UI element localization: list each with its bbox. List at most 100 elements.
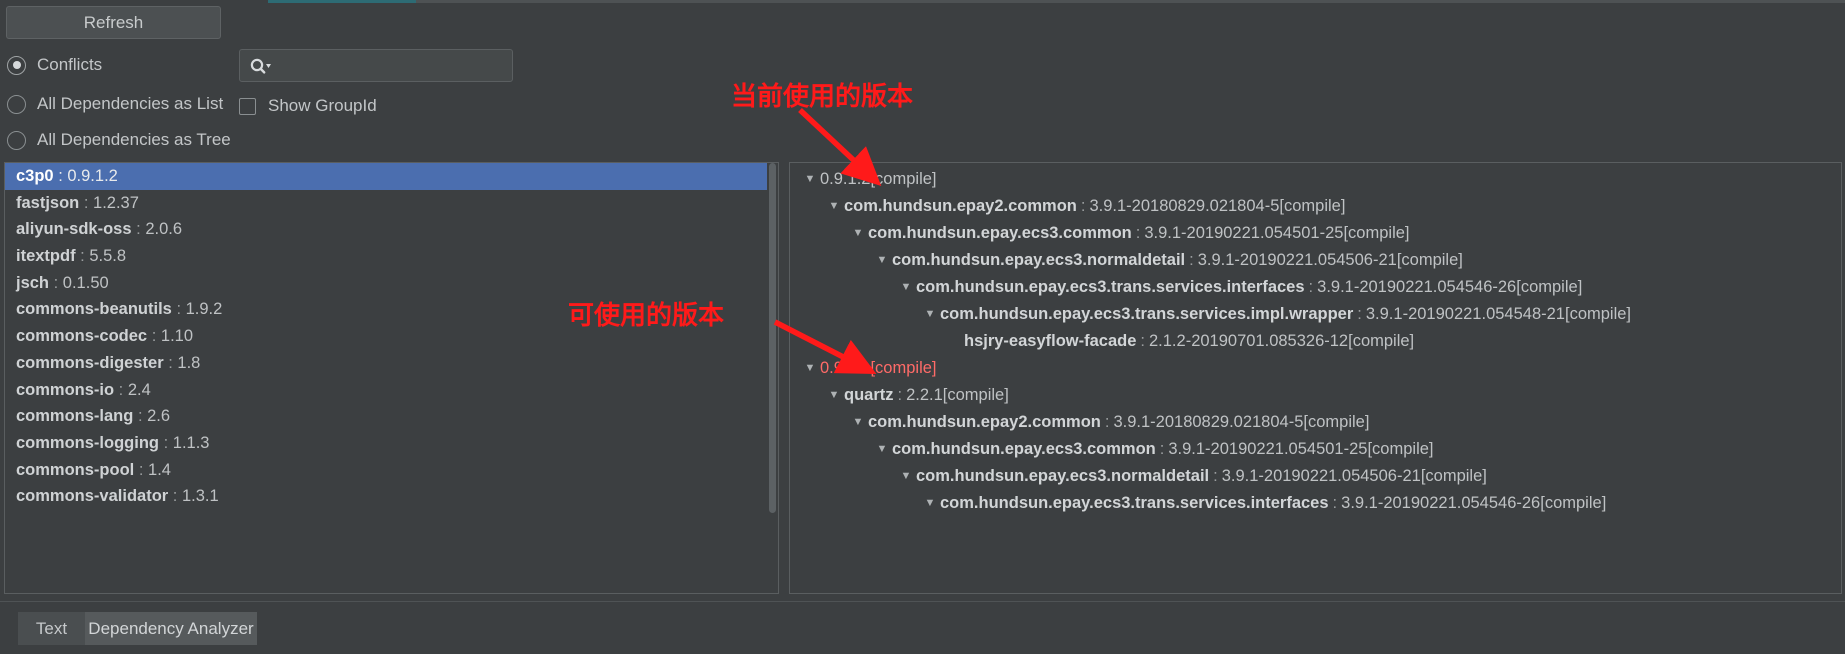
search-icon[interactable]: [249, 57, 271, 75]
tree-row-separator: :: [1104, 413, 1110, 431]
tree-row-version: 3.9.1-20180829.021804-5: [1113, 413, 1304, 431]
list-item[interactable]: commons-pool : 1.4: [5, 457, 778, 484]
list-item-version: 1.2.37: [93, 193, 139, 212]
dependency-list-scrollbar[interactable]: [767, 163, 778, 593]
scrollbar-thumb[interactable]: [769, 163, 776, 513]
tree-row[interactable]: ▼ com.hundsun.epay.ecs3.trans.services.in…: [790, 490, 1841, 517]
chevron-down-icon[interactable]: ▼: [920, 490, 940, 517]
tree-row-version: 0.9.1.1: [820, 359, 871, 377]
list-item[interactable]: jsch : 0.1.50: [5, 270, 778, 297]
list-item-version: 0.9.1.2: [67, 167, 118, 185]
tree-row-artifact: quartz: [844, 386, 894, 404]
dependency-list[interactable]: c3p0 : 0.9.1.2 fastjson : 1.2.37 aliyun-sd…: [5, 163, 778, 510]
tree-row-separator: :: [1308, 278, 1314, 296]
tree-row-scope: [compile]: [1564, 305, 1632, 323]
list-item-separator: :: [163, 353, 178, 372]
refresh-button-label: Refresh: [83, 12, 144, 32]
dependency-list-panel: c3p0 : 0.9.1.2 fastjson : 1.2.37 aliyun-sd…: [4, 162, 779, 594]
analyzer-panes: c3p0 : 0.9.1.2 fastjson : 1.2.37 aliyun-sd…: [0, 162, 1845, 598]
list-item-version: 1.10: [160, 327, 194, 346]
list-item[interactable]: commons-digester : 1.8: [5, 350, 778, 377]
chevron-down-icon[interactable]: ▼: [872, 247, 892, 274]
list-item[interactable]: commons-io : 2.4: [5, 377, 778, 404]
tree-row-separator: :: [1332, 494, 1338, 512]
tree-row-scope: [compile]: [870, 170, 937, 188]
tree-row-scope: [compile]: [1516, 278, 1583, 296]
tree-row-separator: :: [1189, 251, 1194, 269]
list-item-separator: :: [133, 407, 148, 426]
radio-all-dependencies-as-tree[interactable]: All Dependencies as Tree: [7, 130, 231, 150]
tree-row-separator: :: [1140, 332, 1145, 350]
list-item[interactable]: fastjson : 1.2.37: [5, 190, 778, 217]
editor-tab-strip: [416, 0, 1845, 3]
list-item[interactable]: commons-lang : 2.6: [5, 403, 778, 430]
tree-row-separator: :: [1135, 224, 1141, 242]
tree-row-version: 3.9.1-20190221.054501-25: [1168, 440, 1368, 458]
dependency-tree[interactable]: ▼ 0.9.1.2 [compile] ▼ com.hundsun.epay2.com…: [790, 166, 1841, 517]
chevron-down-icon[interactable]: ▼: [800, 355, 820, 382]
tree-row[interactable]: ▼hsjry-easyflow-facade:2.1.2-20190701.08…: [790, 328, 1841, 355]
chevron-down-icon[interactable]: ▼: [920, 301, 940, 328]
tree-row[interactable]: ▼ 0.9.1.1 [compile]: [790, 355, 1841, 382]
list-item[interactable]: commons-logging : 1.1.3: [5, 430, 778, 457]
tree-row-artifact: com.hundsun.epay.ecs3.trans.services.imp…: [940, 305, 1354, 323]
tree-row[interactable]: ▼ com.hundsun.epay2.common:3.9.1-20180829…: [790, 193, 1841, 220]
list-item-artifact: fastjson: [16, 193, 80, 212]
dependency-tree-scrollbar[interactable]: [1837, 163, 1841, 593]
tree-row-scope: [compile]: [870, 359, 937, 377]
show-groupid-checkbox[interactable]: Show GroupId: [239, 96, 377, 116]
list-item[interactable]: aliyun-sdk-oss : 2.0.6: [5, 216, 778, 243]
list-item-version: 0.1.50: [62, 273, 109, 292]
chevron-down-icon[interactable]: ▼: [896, 274, 916, 301]
chevron-down-icon[interactable]: ▼: [848, 409, 868, 436]
list-item-version: 1.4: [148, 460, 171, 479]
list-item-version: 2.4: [127, 380, 151, 399]
list-item-version: 1.3.1: [181, 487, 219, 506]
tree-row[interactable]: ▼ quartz:2.2.1 [compile]: [790, 382, 1841, 409]
radio-all-list-indicator: [7, 94, 26, 114]
tree-row[interactable]: ▼ com.hundsun.epay2.common:3.9.1-20180829…: [790, 409, 1841, 436]
chevron-down-icon[interactable]: ▼: [800, 166, 820, 193]
radio-conflicts[interactable]: Conflicts: [7, 55, 102, 75]
refresh-button[interactable]: Refresh: [6, 6, 221, 39]
list-item-version: 1.8: [177, 353, 201, 372]
list-item[interactable]: c3p0 : 0.9.1.2: [5, 163, 778, 190]
tree-row-version: 3.9.1-20190221.054548-21: [1365, 305, 1565, 323]
search-input[interactable]: [271, 56, 512, 75]
chevron-down-icon[interactable]: ▼: [848, 220, 868, 247]
tree-row-scope: [compile]: [1367, 440, 1434, 458]
tree-row-scope: [compile]: [1540, 494, 1607, 512]
list-item-separator: :: [53, 167, 68, 185]
tree-row-scope: [compile]: [1420, 467, 1487, 485]
chevron-down-icon[interactable]: ▼: [872, 436, 892, 463]
list-item-artifact: commons-lang: [16, 407, 134, 426]
tree-row[interactable]: ▼ com.hundsun.epay.ecs3.normaldetail:3.9.…: [790, 247, 1841, 274]
tree-row[interactable]: ▼ 0.9.1.2 [compile]: [790, 166, 1841, 193]
tree-row-version: 3.9.1-20190221.054546-26: [1317, 278, 1517, 296]
analyzer-toolbar: Refresh Conflicts All Dependencies as Li…: [0, 4, 1845, 162]
tree-row[interactable]: ▼ com.hundsun.epay.ecs3.common:3.9.1-2019…: [790, 220, 1841, 247]
list-item-separator: :: [114, 380, 128, 399]
search-field[interactable]: [239, 49, 513, 82]
radio-all-dependencies-as-list[interactable]: All Dependencies as List: [7, 94, 223, 114]
tree-row-version: 3.9.1-20190221.054506-21: [1197, 251, 1397, 269]
chevron-down-icon[interactable]: ▼: [824, 382, 844, 409]
tab-text[interactable]: Text: [18, 612, 85, 645]
list-item[interactable]: commons-validator : 1.3.1: [5, 483, 778, 510]
tree-row[interactable]: ▼ com.hundsun.epay.ecs3.common:3.9.1-2019…: [790, 436, 1841, 463]
tree-row-version: 2.2.1: [906, 386, 943, 404]
tree-row[interactable]: ▼ com.hundsun.epay.ecs3.trans.services.in…: [790, 274, 1841, 301]
tree-row-scope: [compile]: [1396, 251, 1463, 269]
tab-dependency-analyzer[interactable]: Dependency Analyzer: [85, 612, 257, 645]
tree-row-separator: :: [1080, 197, 1086, 215]
tree-row-scope: [compile]: [1303, 413, 1370, 431]
list-item-version: 1.1.3: [172, 433, 210, 452]
tree-row[interactable]: ▼ com.hundsun.epay.ecs3.normaldetail:3.9.…: [790, 463, 1841, 490]
list-item[interactable]: itextpdf : 5.5.8: [5, 243, 778, 270]
tree-row[interactable]: ▼ com.hundsun.epay.ecs3.trans.services.im…: [790, 301, 1841, 328]
active-editor-tab-underline: [268, 0, 416, 3]
tree-row-version: 0.9.1.2: [820, 170, 871, 188]
chevron-down-icon[interactable]: ▼: [824, 193, 844, 220]
chevron-down-icon[interactable]: ▼: [896, 463, 916, 490]
list-item-version: 1.9.2: [185, 300, 223, 319]
